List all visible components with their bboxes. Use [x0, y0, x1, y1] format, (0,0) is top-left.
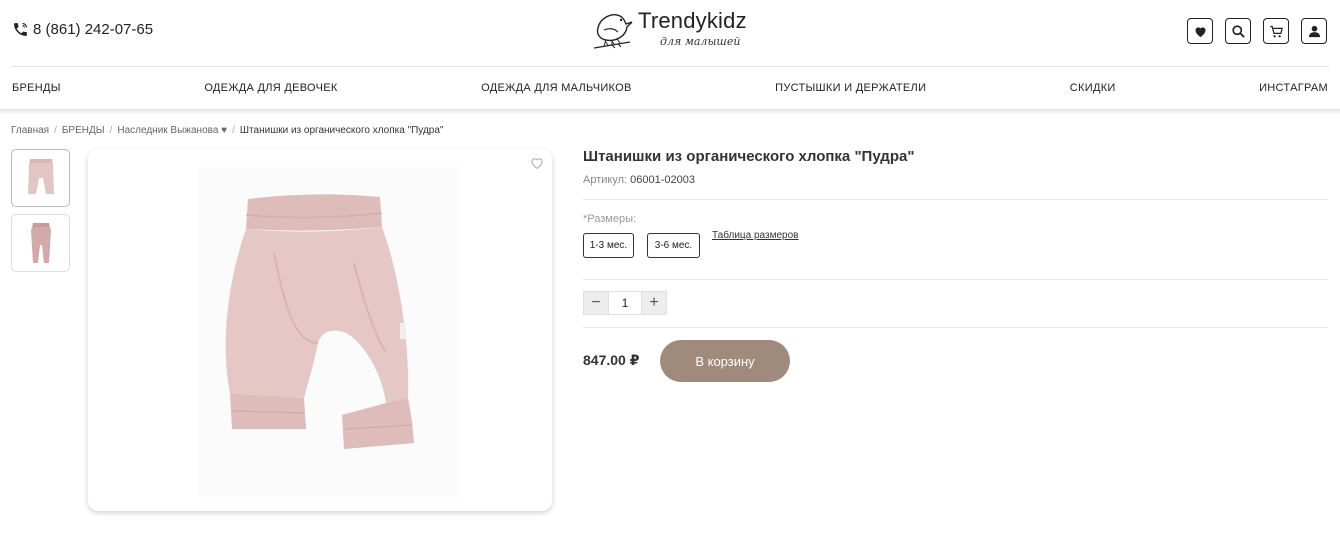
product-price: 847.00 ₽ — [583, 352, 640, 368]
site-logo[interactable]: Trendykidz для малышей — [590, 4, 760, 52]
nav-item-boys-clothes[interactable]: ОДЕЖДА ДЛЯ МАЛЬЧИКОВ — [481, 82, 632, 94]
phone-icon — [14, 22, 28, 36]
sizes-label: *Размеры: — [583, 213, 637, 225]
cart-button[interactable] — [1263, 18, 1289, 44]
search-button[interactable] — [1225, 18, 1251, 44]
quantity-stepper: − 1 + — [583, 291, 667, 315]
sku-value: 06001-02003 — [630, 174, 695, 186]
nav-item-sale[interactable]: СКИДКИ — [1070, 82, 1116, 94]
header-actions — [1187, 18, 1327, 44]
size-table-link[interactable]: Таблица размеров — [712, 230, 798, 241]
size-option-3-6[interactable]: 3-6 мес. — [647, 233, 700, 258]
product-title: Штанишки из органического хлопка "Пудра" — [583, 148, 915, 165]
favorites-button[interactable] — [1187, 18, 1213, 44]
add-to-cart-button[interactable]: В корзину — [660, 340, 790, 382]
quantity-increase-button[interactable]: + — [642, 292, 666, 314]
cart-icon — [1269, 25, 1283, 37]
account-button[interactable] — [1301, 18, 1327, 44]
pants-thumbnail-image — [30, 223, 51, 263]
product-thumbnail-front[interactable] — [11, 149, 70, 207]
site-header: 8 (861) 242-07-65 Trendykidz для малышей — [0, 0, 1340, 66]
nav-shadow — [0, 109, 1340, 115]
divider — [583, 279, 1327, 280]
divider — [583, 199, 1327, 200]
nav-item-instagram[interactable]: ИНСТАГРАМ — [1259, 82, 1328, 94]
breadcrumb-separator: / — [232, 125, 235, 136]
phone-link[interactable]: 8 (861) 242-07-65 — [12, 21, 153, 38]
breadcrumb-separator: / — [54, 125, 57, 136]
breadcrumb-separator: / — [109, 125, 113, 136]
user-icon — [1308, 25, 1320, 37]
product-main-image[interactable] — [88, 149, 552, 511]
nav-item-brands[interactable]: БРЕНДЫ — [12, 82, 61, 94]
product-sku: Артикул: 06001-02003 — [583, 174, 695, 186]
breadcrumb-current: Штанишки из органического хлопка "Пудра" — [239, 125, 444, 136]
phone-number: 8 (861) 242-07-65 — [33, 21, 154, 38]
heart-icon — [1195, 26, 1205, 37]
pants-product-image — [225, 194, 414, 449]
add-to-wishlist-icon[interactable] — [529, 155, 545, 171]
size-option-1-3[interactable]: 1-3 мес. — [583, 233, 634, 258]
main-nav: БРЕНДЫ ОДЕЖДА ДЛЯ ДЕВОЧЕК ОДЕЖДА ДЛЯ МАЛ… — [0, 67, 1340, 109]
breadcrumb-brand[interactable]: Наследник Выжанова ♥ — [117, 125, 227, 136]
nav-item-pacifiers[interactable]: ПУСТЫШКИ И ДЕРЖАТЕЛИ — [775, 82, 926, 94]
sku-label: Артикул: — [583, 174, 628, 186]
breadcrumb: Главная / БРЕНДЫ / Наследник Выжанова ♥ … — [11, 125, 443, 136]
quantity-input[interactable]: 1 — [608, 292, 642, 314]
quantity-decrease-button[interactable]: − — [584, 292, 608, 314]
nav-item-girls-clothes[interactable]: ОДЕЖДА ДЛЯ ДЕВОЧЕК — [204, 82, 337, 94]
bird-logo-icon — [593, 14, 633, 49]
product-thumbnail-back[interactable] — [11, 214, 70, 272]
search-icon — [1231, 24, 1245, 38]
breadcrumb-brands[interactable]: БРЕНДЫ — [62, 125, 105, 136]
logo-title: Trendykidz — [638, 8, 747, 33]
breadcrumb-home[interactable]: Главная — [11, 125, 49, 136]
divider — [583, 327, 1327, 328]
logo-subtitle: для малышей — [660, 35, 741, 48]
pants-thumbnail-image — [27, 159, 54, 194]
